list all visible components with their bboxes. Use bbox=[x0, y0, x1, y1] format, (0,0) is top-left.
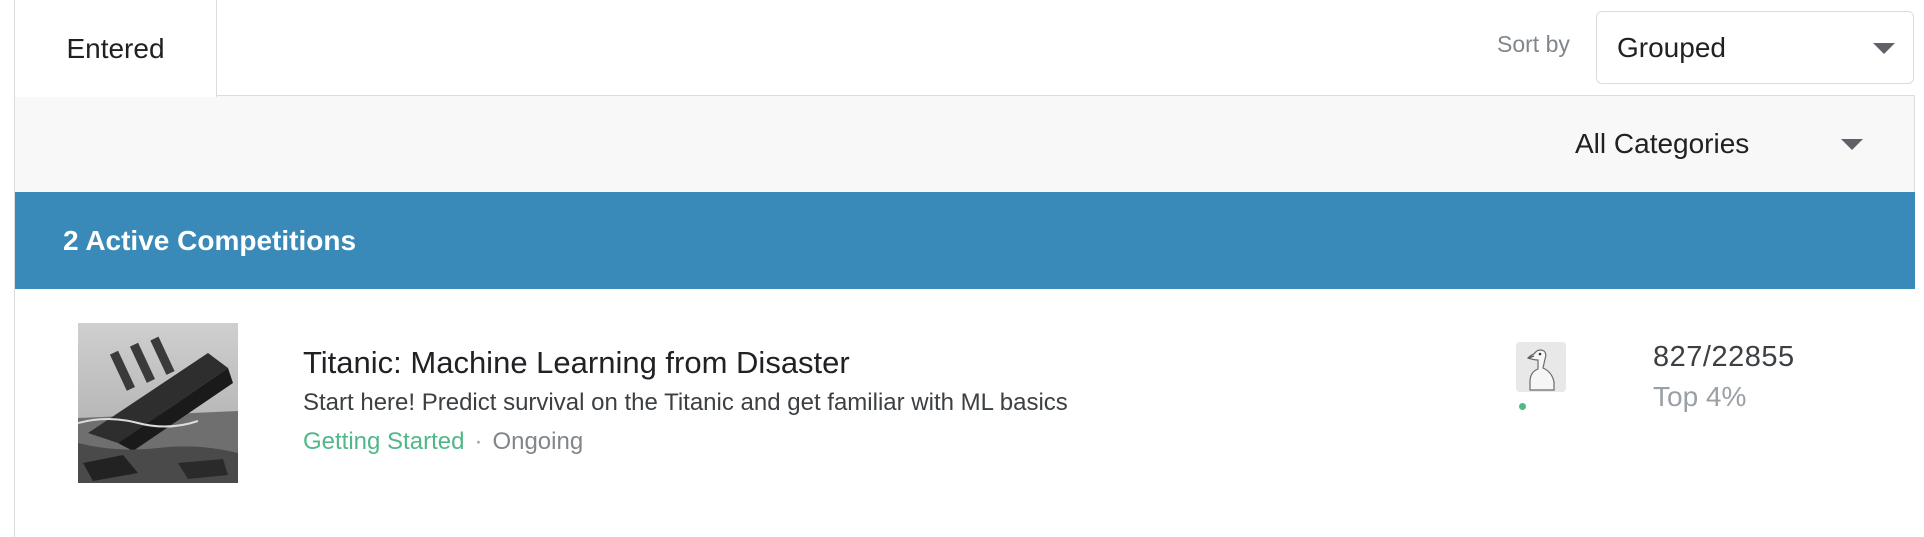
goose-avatar[interactable] bbox=[1516, 342, 1566, 392]
tab-row: Entered Sort by Grouped bbox=[15, 0, 1915, 97]
status-text: Ongoing bbox=[492, 428, 584, 455]
competition-description: Start here! Predict survival on the Tita… bbox=[303, 389, 1068, 416]
section-header-label: 2 Active Competitions bbox=[63, 224, 357, 256]
category-link[interactable]: Getting Started bbox=[303, 428, 464, 455]
chevron-down-icon bbox=[1873, 43, 1895, 54]
category-dropdown[interactable]: All Categories bbox=[1575, 116, 1895, 172]
tab-entered[interactable]: Entered bbox=[15, 0, 217, 97]
competition-meta: Getting Started · Ongoing bbox=[303, 428, 583, 456]
sort-selected-value: Grouped bbox=[1617, 31, 1726, 63]
tab-entered-label: Entered bbox=[66, 32, 165, 64]
active-competitions-header: 2 Active Competitions bbox=[15, 192, 1915, 289]
online-status-dot bbox=[1519, 403, 1526, 410]
sort-dropdown[interactable]: Grouped bbox=[1596, 11, 1914, 84]
competition-row[interactable]: Titanic: Machine Learning from Disaster … bbox=[15, 289, 1915, 537]
competitions-panel: Entered Sort by Grouped All Categories 2… bbox=[14, 0, 1915, 537]
titanic-ship-image[interactable] bbox=[78, 323, 238, 483]
rank-percentile: Top 4% bbox=[1653, 381, 1747, 412]
chevron-down-icon bbox=[1841, 139, 1863, 150]
filter-band: All Categories bbox=[15, 96, 1915, 192]
leaderboard-rank: 827/22855 bbox=[1653, 341, 1795, 373]
competition-title-link[interactable]: Titanic: Machine Learning from Disaster bbox=[303, 345, 850, 381]
category-selected-value: All Categories bbox=[1575, 128, 1750, 159]
sort-by-label: Sort by bbox=[1497, 31, 1570, 57]
meta-separator: · bbox=[474, 428, 483, 455]
